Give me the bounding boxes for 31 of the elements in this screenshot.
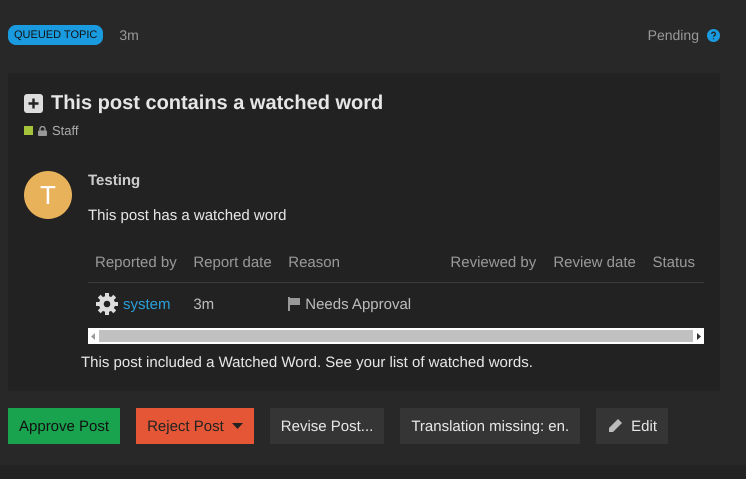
table-cell: 3m: [186, 282, 282, 322]
column-header: Reported by: [88, 246, 186, 282]
gear-icon: [95, 292, 119, 316]
category-name[interactable]: Staff: [52, 123, 79, 138]
column-header: Reason: [281, 246, 420, 282]
approve-button[interactable]: Approve Post: [8, 408, 120, 444]
post-body: This post has a watched word: [88, 207, 288, 224]
reporter-link[interactable]: system: [123, 296, 171, 312]
age-text: 3m: [119, 27, 139, 43]
queued-topic-badge: QUEUED TOPIC: [8, 25, 104, 45]
pencil-icon: [607, 418, 624, 434]
action-button[interactable]: Revise Post...: [270, 408, 384, 444]
author-name[interactable]: Testing: [88, 172, 704, 189]
edit-button[interactable]: Edit: [596, 408, 668, 444]
column-header: Reviewed by: [420, 246, 546, 282]
help-icon[interactable]: [707, 28, 720, 42]
expand-icon[interactable]: [24, 94, 43, 113]
scroll-left-icon[interactable]: [91, 332, 95, 340]
watched-word-note: This post included a Watched Word. See your list of watched words.: [81, 354, 534, 371]
caret-icon: [232, 423, 243, 429]
horizontal-scrollbar[interactable]: [88, 328, 704, 344]
column-header: Status: [645, 246, 704, 282]
topic-title: This post contains a watched word: [51, 92, 384, 115]
scroll-right-icon[interactable]: [697, 332, 701, 340]
reject-button[interactable]: Reject Post: [136, 408, 254, 444]
action-button[interactable]: Translation missing: en.: [400, 408, 580, 444]
column-header: Report date: [186, 246, 282, 282]
flag-icon: [288, 297, 300, 311]
column-header: Review date: [546, 246, 646, 282]
status-text: Pending: [648, 27, 699, 43]
reason-text: Needs Approval: [305, 296, 412, 312]
